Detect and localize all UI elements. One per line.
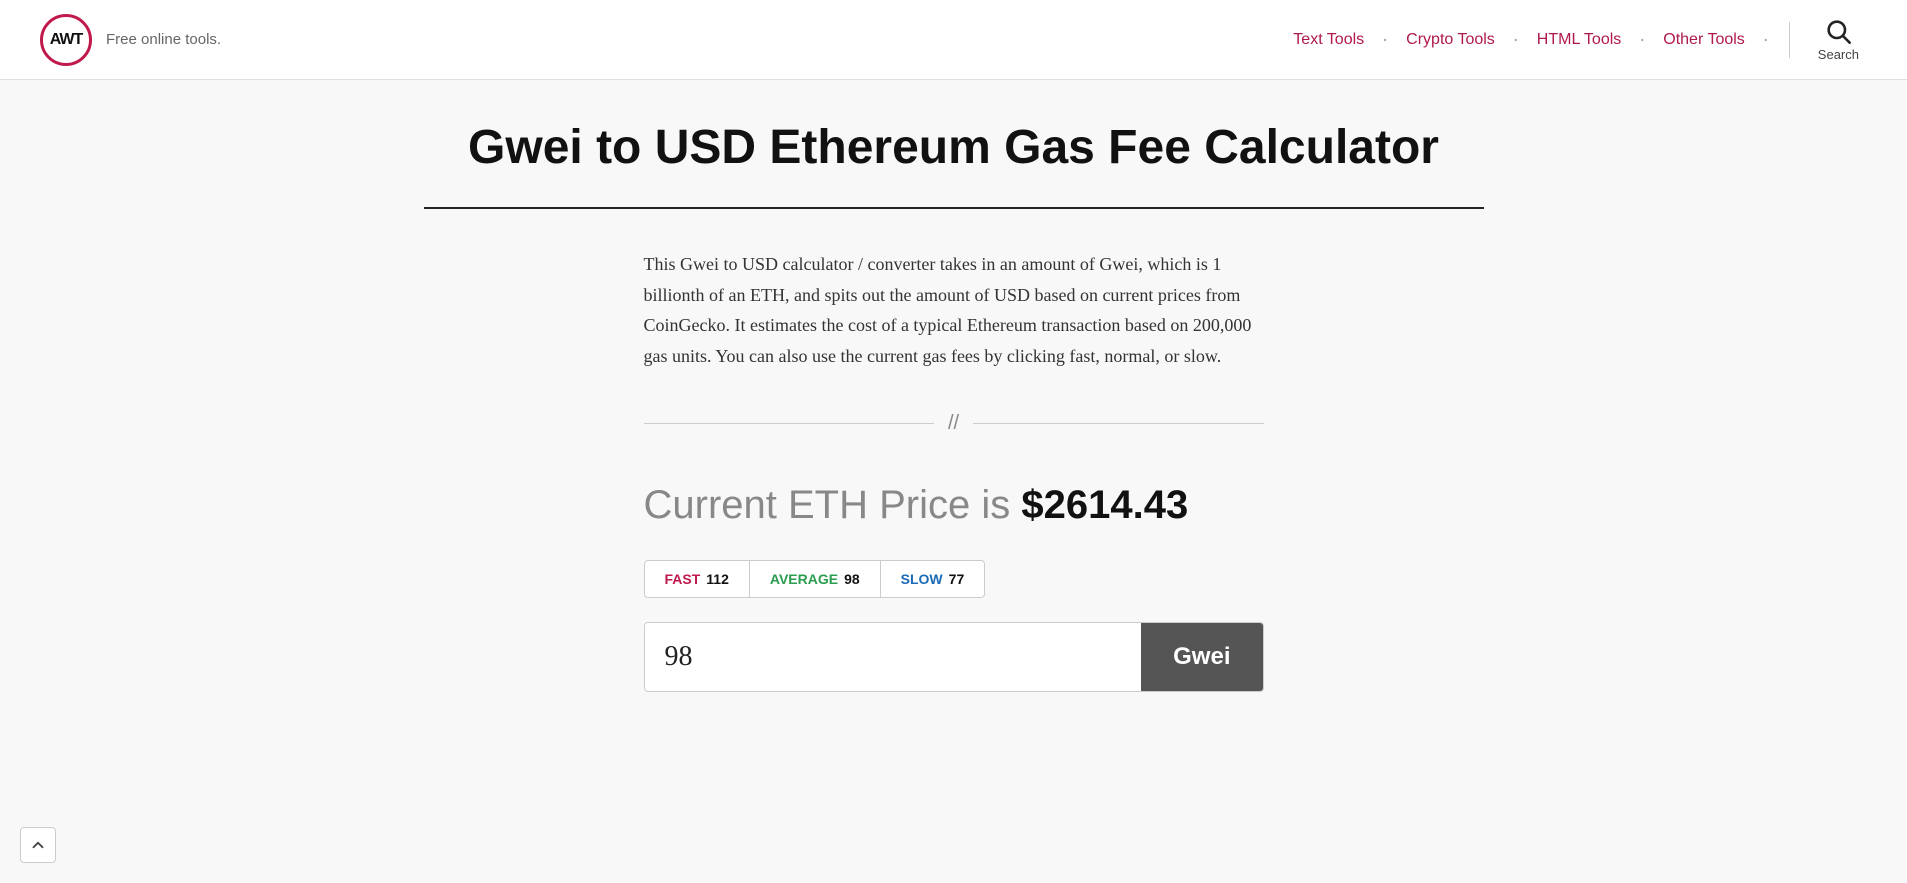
eth-price-container: Current ETH Price is $2614.43 bbox=[644, 483, 1264, 528]
logo-area: AWT Free online tools. bbox=[40, 14, 221, 66]
nav-dot-3: · bbox=[1639, 31, 1645, 49]
gwei-input-container: Gwei bbox=[644, 622, 1264, 692]
divider-symbol: // bbox=[948, 412, 959, 435]
page-title: Gwei to USD Ethereum Gas Fee Calculator bbox=[424, 120, 1484, 175]
title-divider bbox=[424, 207, 1484, 209]
page-description: This Gwei to USD calculator / converter … bbox=[644, 249, 1264, 371]
section-divider: // bbox=[644, 412, 1264, 435]
search-icon bbox=[1824, 17, 1852, 45]
gas-average-value: 98 bbox=[844, 571, 860, 587]
gwei-unit-label: Gwei bbox=[1141, 623, 1262, 691]
chevron-up-icon bbox=[29, 836, 47, 854]
gas-slow-button[interactable]: SLOW 77 bbox=[880, 560, 986, 598]
gwei-input[interactable] bbox=[645, 623, 1142, 691]
gas-slow-value: 77 bbox=[949, 571, 965, 587]
gas-fee-buttons: FAST 112 AVERAGE 98 SLOW 77 bbox=[644, 560, 1264, 598]
eth-price-value: $2614.43 bbox=[1021, 483, 1188, 527]
gas-fast-label: FAST bbox=[665, 571, 701, 587]
scroll-to-top-button[interactable] bbox=[20, 827, 56, 863]
main-nav: Text Tools · Crypto Tools · HTML Tools ·… bbox=[1283, 13, 1867, 66]
nav-crypto-tools[interactable]: Crypto Tools bbox=[1396, 31, 1505, 49]
gas-average-button[interactable]: AVERAGE 98 bbox=[749, 560, 880, 598]
search-button[interactable]: Search bbox=[1810, 13, 1867, 66]
nav-divider bbox=[1789, 22, 1790, 58]
nav-dot-4: · bbox=[1763, 31, 1769, 49]
gas-fast-button[interactable]: FAST 112 bbox=[644, 560, 749, 598]
gas-average-label: AVERAGE bbox=[770, 571, 838, 587]
eth-price-label: Current ETH Price is $2614.43 bbox=[644, 483, 1189, 527]
nav-text-tools[interactable]: Text Tools bbox=[1283, 31, 1374, 49]
nav-dot-2: · bbox=[1513, 31, 1519, 49]
logo-icon[interactable]: AWT bbox=[40, 14, 92, 66]
gas-fast-value: 112 bbox=[706, 571, 729, 587]
nav-other-tools[interactable]: Other Tools bbox=[1653, 31, 1755, 49]
nav-dot-1: · bbox=[1382, 31, 1388, 49]
gas-slow-label: SLOW bbox=[901, 571, 943, 587]
eth-price-text: Current ETH Price is bbox=[644, 483, 1011, 527]
nav-html-tools[interactable]: HTML Tools bbox=[1527, 31, 1631, 49]
header: AWT Free online tools. Text Tools · Cryp… bbox=[0, 0, 1907, 80]
logo-tagline: Free online tools. bbox=[106, 31, 221, 48]
main-content: Gwei to USD Ethereum Gas Fee Calculator … bbox=[404, 80, 1504, 772]
search-label: Search bbox=[1818, 47, 1859, 62]
divider-line-right bbox=[973, 423, 1263, 424]
divider-line-left bbox=[644, 423, 934, 424]
